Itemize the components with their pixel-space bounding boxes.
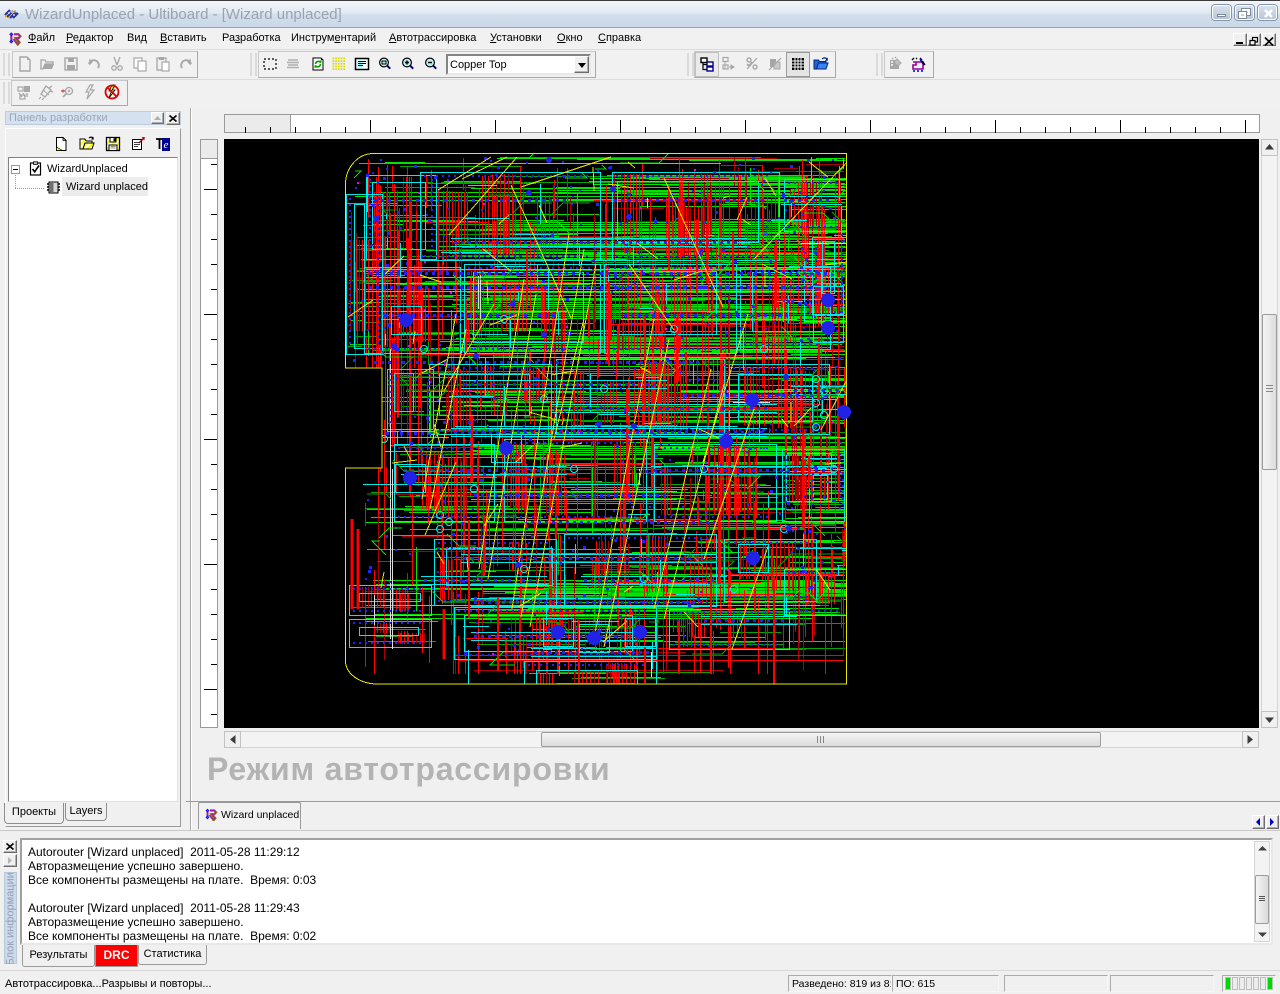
svg-text:e: e	[164, 139, 169, 151]
